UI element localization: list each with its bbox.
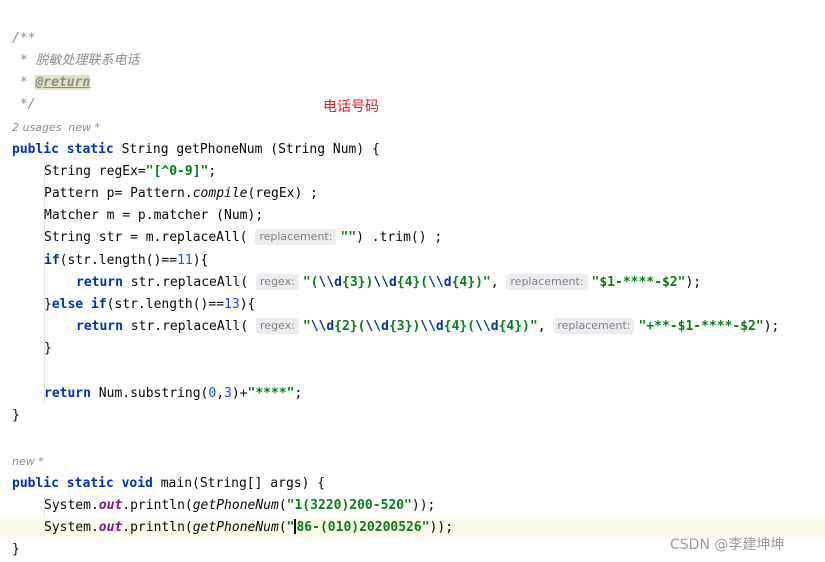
usages-hint-main[interactable]: new * (0, 451, 825, 473)
code-line-return-substring: return Num.substring(0,3)+"****"; (44, 386, 303, 401)
code-line-regex: String regEx="[^0-9]"; (44, 164, 217, 179)
code-line-if: if(str.length()==11){ (44, 253, 209, 268)
csdn-watermark: CSDN @李建坤坤 (670, 537, 785, 553)
red-annotation-label: 电话号码 (323, 99, 379, 115)
parameter-hint-replacement: replacement: (553, 318, 635, 334)
doc-comment-close: */ (12, 97, 36, 112)
doc-comment-open: /** (12, 31, 36, 46)
parameter-hint-replacement: replacement: (506, 274, 588, 290)
usages-hint[interactable]: 2 usages new * (0, 117, 825, 139)
code-line-println-1: System.out.println(getPhoneNum("1(3220)2… (44, 498, 436, 513)
code-line-close-if: } (44, 341, 52, 356)
method-signature-main: public static void main(String[] args) { (12, 476, 326, 491)
parameter-hint-replacement: replacement: (255, 229, 337, 245)
code-line-else-if: }else if(str.length()==13){ (44, 297, 256, 312)
parameter-hint-regex: regex: (256, 318, 299, 334)
code-line-close-method: } (12, 408, 20, 423)
code-line-return-11: return str.replaceAll( regex: "(\\d{3})\\… (76, 274, 702, 290)
doc-comment-return: * @return (12, 75, 91, 90)
parameter-hint-regex: regex: (256, 274, 299, 290)
code-editor[interactable]: /** * 脱敏处理联系电话 * @return */ 2 usages new… (0, 0, 825, 562)
code-line-return-13: return str.replaceAll( regex: "\\d{2}(\\d… (76, 318, 780, 334)
code-line-replaceall: String str = m.replaceAll( replacement: "… (44, 229, 443, 245)
code-line-matcher: Matcher m = p.matcher (Num); (44, 208, 264, 223)
doc-comment-description: * 脱敏处理联系电话 (12, 53, 140, 68)
method-signature-getphonenum: public static String getPhoneNum (String… (12, 142, 380, 157)
return-tag: @return (35, 75, 91, 90)
code-line-pattern: Pattern p= Pattern.compile(regEx) ; (44, 186, 318, 201)
